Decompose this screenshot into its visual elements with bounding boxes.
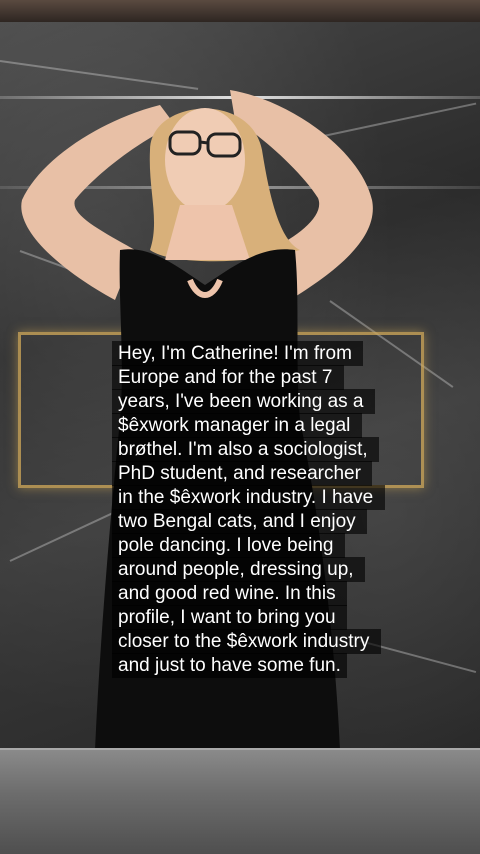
video-frame[interactable]: Hey, I'm Catherine! I'm from Europe and …: [0, 0, 480, 854]
caption-text: Hey, I'm Catherine! I'm from Europe and …: [112, 341, 385, 678]
caption-overlay: Hey, I'm Catherine! I'm from Europe and …: [112, 341, 385, 678]
sink-counter: [0, 748, 480, 854]
